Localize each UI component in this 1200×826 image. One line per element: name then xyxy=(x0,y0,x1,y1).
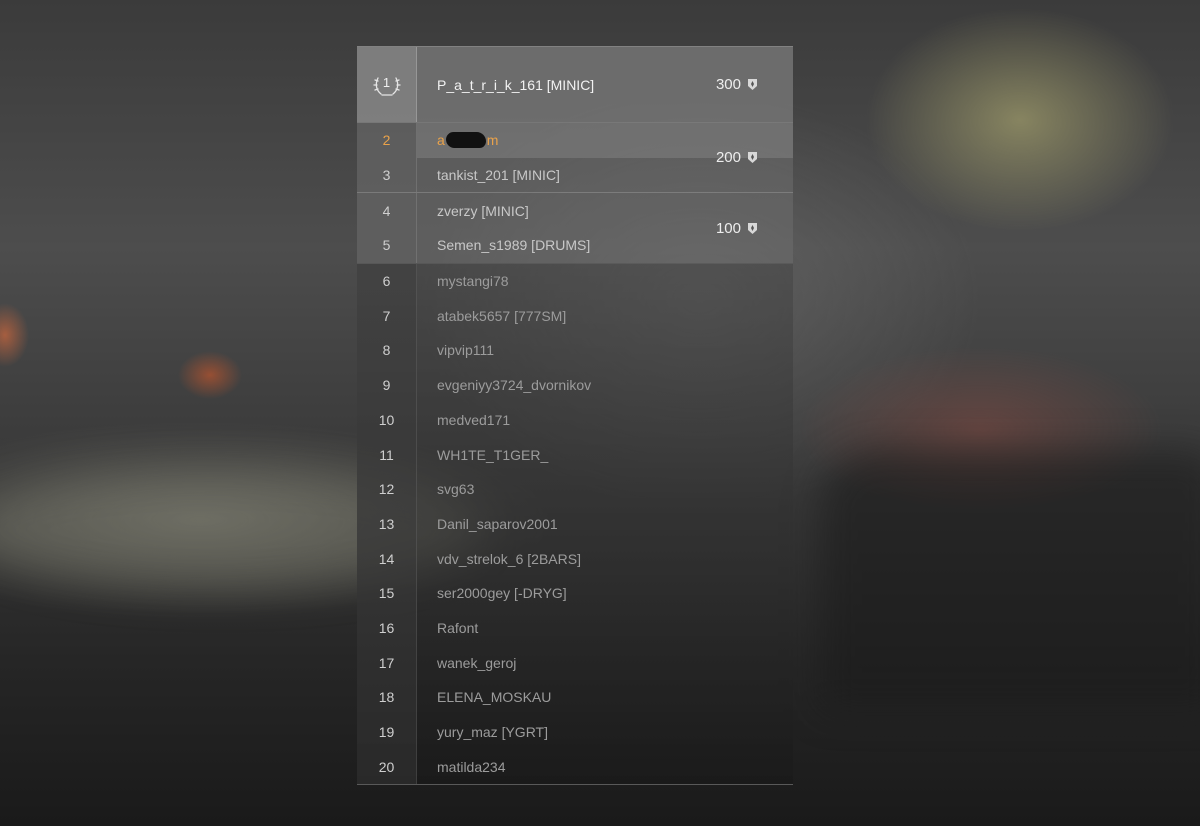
player-name: Rafont xyxy=(437,619,479,636)
reward-amount: 300 xyxy=(716,47,758,122)
leaderboard-row-first: 1 P_a_t_r_i_k_161 [MINIC] 300 xyxy=(357,46,793,122)
player-name: ser2000gey [-DRYG] xyxy=(437,585,567,602)
leaderboard-row: 10 medved171 xyxy=(357,402,793,438)
player-name: atabek5657 [777SM] xyxy=(437,307,567,324)
player-name: mystangi78 xyxy=(437,273,509,290)
name-end: m xyxy=(486,132,499,149)
rank-number: 1 xyxy=(382,74,391,90)
player-name: medved171 xyxy=(437,411,511,428)
rank-number: 4 xyxy=(357,193,417,229)
player-name: vipvip111 xyxy=(437,342,495,359)
rank-number: 14 xyxy=(357,541,417,576)
rank-number: 18 xyxy=(357,680,417,715)
bond-medal-icon xyxy=(747,78,758,91)
player-name: svg63 xyxy=(437,481,475,498)
rank-number: 5 xyxy=(357,228,417,263)
reward-group-100: 4 zverzy [MINIC] 5 Semen_s1989 [DRUMS] 1… xyxy=(357,192,793,263)
name-start: a xyxy=(437,132,445,149)
rank-number: 17 xyxy=(357,645,417,680)
leaderboard-row: 6 mystangi78 xyxy=(357,263,793,299)
leaderboard-row: 12 svg63 xyxy=(357,471,793,507)
rank-number: 13 xyxy=(357,506,417,542)
leaderboard-row: 8 vipvip111 xyxy=(357,333,793,368)
rank-number: 2 xyxy=(357,123,417,158)
leaderboard-row: 17 wanek_geroj xyxy=(357,645,793,680)
leaderboard-row: 11 WH1TE_T1GER_ xyxy=(357,437,793,472)
player-name: vdv_strelok_6 [2BARS] xyxy=(437,550,581,567)
rank-number: 11 xyxy=(357,437,417,472)
rank-number: 16 xyxy=(357,610,417,646)
leaderboard-row: 18 ELENA_MOSKAU xyxy=(357,680,793,715)
player-name: ELENA_MOSKAU xyxy=(437,689,552,706)
reward-value: 200 xyxy=(715,149,741,167)
rank-cell: 1 xyxy=(357,47,417,122)
leaderboard-row: 14 vdv_strelok_6 [2BARS] xyxy=(357,541,793,576)
bond-medal-icon xyxy=(747,222,758,235)
leaderboard-row: 15 ser2000gey [-DRYG] xyxy=(357,575,793,611)
player-name: yury_maz [YGRT] xyxy=(437,724,548,741)
rank-number: 9 xyxy=(357,367,417,403)
rank-number: 12 xyxy=(357,471,417,507)
rank-number: 6 xyxy=(357,263,417,299)
rank-number: 8 xyxy=(357,333,417,368)
rank-number: 3 xyxy=(357,157,417,193)
leaderboard-row: 20 matilda234 xyxy=(357,749,793,785)
player-name: Danil_saparov2001 xyxy=(437,515,558,532)
rank-number: 7 xyxy=(357,298,417,334)
leaderboard-row: 16 Rafont xyxy=(357,610,793,646)
reward-value: 100 xyxy=(715,219,741,237)
leaderboard-row: 13 Danil_saparov2001 xyxy=(357,506,793,542)
background-tank xyxy=(820,450,1200,710)
reward-group-200: 2 am 3 tankist_201 [MINIC] 200 xyxy=(357,122,793,193)
leaderboard-rest: 6 mystangi78 7 atabek5657 [777SM] 8 vipvip111… xyxy=(357,262,793,786)
leaderboard: 1 P_a_t_r_i_k_161 [MINIC] 300 2 am 3 tan… xyxy=(357,46,793,786)
reward-amount: 200 xyxy=(716,123,758,192)
player-name: matilda234 xyxy=(437,758,506,775)
bond-medal-icon xyxy=(747,151,758,164)
reward-amount: 100 xyxy=(716,193,758,262)
player-name: evgeniyy3724_dvornikov xyxy=(437,377,592,394)
leaderboard-row: 7 atabek5657 [777SM] xyxy=(357,298,793,334)
rank-number: 15 xyxy=(357,575,417,611)
reward-value: 300 xyxy=(715,76,741,93)
laurel-wreath-icon: 1 xyxy=(372,72,402,98)
rank-number: 10 xyxy=(357,402,417,438)
leaderboard-row: 19 yury_maz [YGRT] xyxy=(357,714,793,750)
redaction-scribble xyxy=(445,132,486,149)
rank-number: 20 xyxy=(357,749,417,785)
rank-number: 19 xyxy=(357,714,417,750)
player-name: WH1TE_T1GER_ xyxy=(437,446,549,463)
player-name: wanek_geroj xyxy=(437,654,517,671)
leaderboard-row: 9 evgeniyy3724_dvornikov xyxy=(357,367,793,403)
